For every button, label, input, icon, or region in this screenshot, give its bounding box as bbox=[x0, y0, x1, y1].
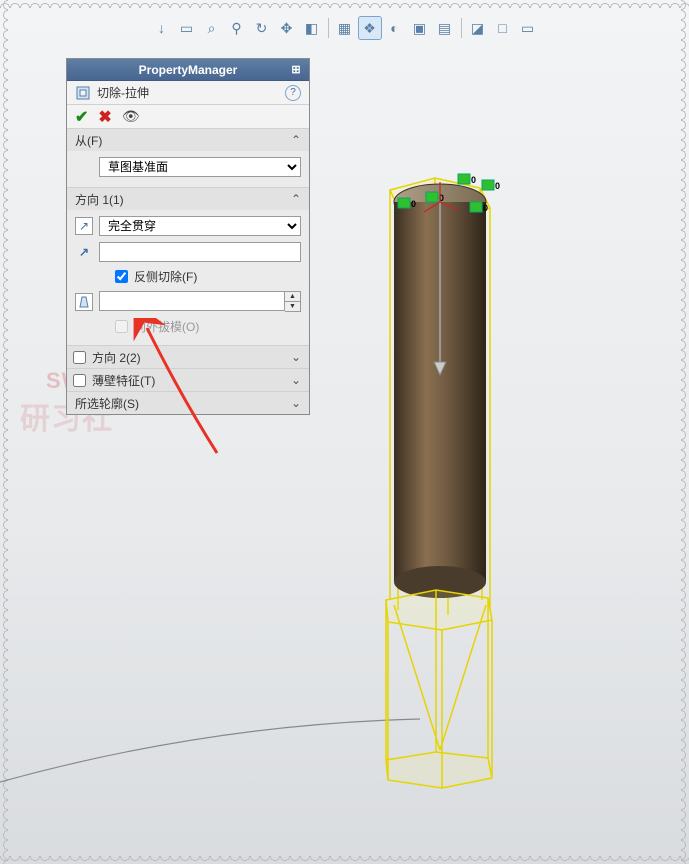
zoom-fit-icon[interactable]: ⌕ bbox=[200, 16, 224, 40]
chevron-up-icon: ⌃ bbox=[291, 192, 301, 206]
scene-icon[interactable]: ❖ bbox=[358, 16, 382, 40]
toolbar-separator bbox=[461, 18, 462, 38]
draft-angle-spinner[interactable]: ▲▼ bbox=[99, 291, 301, 312]
render-icon[interactable]: □ bbox=[491, 16, 515, 40]
rect-select-icon[interactable]: ▭ bbox=[175, 16, 199, 40]
section-label-contours: 所选轮廓(S) bbox=[75, 395, 139, 412]
draft-outward-label: 向外拔模(O) bbox=[134, 318, 199, 335]
section-header-direction2[interactable]: 方向 2(2) ⌄ bbox=[67, 346, 309, 368]
toolbar-separator bbox=[328, 18, 329, 38]
flip-side-label: 反侧切除(F) bbox=[134, 268, 197, 285]
blank-icon bbox=[75, 158, 93, 176]
property-manager-panel: PropertyManager ⊞ 切除-拉伸 ? ✔ ✖ 👁 从(F) ⌃ 草… bbox=[66, 58, 310, 415]
feature-name-label: 切除-拉伸 bbox=[97, 84, 149, 101]
draft-outward-checkbox bbox=[115, 320, 128, 333]
section-label-from: 从(F) bbox=[75, 132, 102, 149]
section-header-from[interactable]: 从(F) ⌃ bbox=[67, 129, 309, 151]
flip-side-checkbox[interactable] bbox=[115, 270, 128, 283]
thin-feature-checkbox[interactable] bbox=[73, 374, 86, 387]
chevron-up-icon: ⌃ bbox=[291, 133, 301, 147]
end-condition-select[interactable]: 完全贯穿 bbox=[99, 216, 301, 236]
chevron-down-icon: ⌄ bbox=[291, 373, 301, 387]
section-direction1: 方向 1(1) ⌃ ↗ 完全贯穿 ↗ 反侧切除(F) bbox=[67, 188, 309, 346]
svg-text:0: 0 bbox=[495, 181, 500, 191]
display-style-icon[interactable]: ◧ bbox=[300, 16, 324, 40]
draft-icon[interactable] bbox=[75, 293, 93, 311]
section-thin: 薄壁特征(T) ⌄ bbox=[67, 369, 309, 392]
rotate-view-icon[interactable]: ↻ bbox=[250, 16, 274, 40]
svg-text:0: 0 bbox=[483, 203, 488, 213]
direction2-checkbox[interactable] bbox=[73, 351, 86, 364]
section-header-direction1[interactable]: 方向 1(1) ⌃ bbox=[67, 188, 309, 210]
dimension-marker[interactable]: 0 bbox=[458, 174, 476, 185]
spin-up-icon[interactable]: ▲ bbox=[285, 292, 300, 302]
confirm-row: ✔ ✖ 👁 bbox=[67, 105, 309, 129]
section-header-thin[interactable]: 薄壁特征(T) ⌄ bbox=[67, 369, 309, 391]
spin-down-icon[interactable]: ▼ bbox=[285, 302, 300, 311]
screen-icon[interactable]: ▭ bbox=[516, 16, 540, 40]
section-header-contours[interactable]: 所选轮廓(S) ⌄ bbox=[67, 392, 309, 414]
svg-text:0: 0 bbox=[411, 199, 416, 209]
direction-vector-input[interactable] bbox=[99, 242, 301, 262]
main-toolbar: ↓ ▭ ⌕ ⚲ ↻ ✥ ◧ ▦ ❖ ◐ ▣ ▤ ◪ □ ▭ bbox=[0, 16, 689, 44]
feature-name-row: 切除-拉伸 ? bbox=[67, 81, 309, 105]
chevron-down-icon: ⌄ bbox=[291, 350, 301, 364]
direction-arrow-icon: ↗ bbox=[75, 243, 93, 261]
reverse-direction-icon[interactable]: ↗ bbox=[75, 217, 93, 235]
section-label-direction2: 方向 2(2) bbox=[92, 349, 141, 366]
panel-gear-icon bbox=[71, 61, 89, 79]
section-label-direction1: 方向 1(1) bbox=[75, 191, 124, 208]
dimension-marker[interactable]: 0 bbox=[470, 202, 488, 213]
pan-icon[interactable]: ✥ bbox=[275, 16, 299, 40]
section-label-thin: 薄壁特征(T) bbox=[92, 372, 155, 389]
appearance-icon[interactable]: ◪ bbox=[466, 16, 490, 40]
section-direction2: 方向 2(2) ⌄ bbox=[67, 346, 309, 369]
dimension-marker[interactable]: 0 bbox=[398, 198, 416, 209]
zoom-area-icon[interactable]: ⚲ bbox=[225, 16, 249, 40]
section-contours: 所选轮廓(S) ⌄ bbox=[67, 392, 309, 414]
pin-icon[interactable]: ⊞ bbox=[287, 61, 305, 79]
chevron-down-icon: ⌄ bbox=[291, 396, 301, 410]
cut-extrude-icon bbox=[75, 85, 91, 101]
panel-title: PropertyManager bbox=[89, 63, 287, 77]
shadow-icon[interactable]: ◐ bbox=[383, 16, 407, 40]
from-select[interactable]: 草图基准面 bbox=[99, 157, 301, 177]
svg-text:0: 0 bbox=[471, 175, 476, 185]
help-icon[interactable]: ? bbox=[285, 85, 301, 101]
ok-icon[interactable]: ✔ bbox=[75, 107, 88, 127]
view-orient-icon[interactable]: ▣ bbox=[408, 16, 432, 40]
dimension-marker[interactable]: 0 bbox=[482, 180, 500, 191]
hide-show-icon[interactable]: ▤ bbox=[433, 16, 457, 40]
cancel-icon[interactable]: ✖ bbox=[98, 107, 111, 127]
arrow-down-icon[interactable]: ↓ bbox=[150, 16, 174, 40]
dimension-marker[interactable]: 0 bbox=[426, 192, 444, 203]
draft-angle-input[interactable] bbox=[99, 291, 285, 311]
section-icon[interactable]: ▦ bbox=[333, 16, 357, 40]
panel-header: PropertyManager ⊞ bbox=[67, 59, 309, 81]
section-from: 从(F) ⌃ 草图基准面 bbox=[67, 129, 309, 188]
preview-eye-icon[interactable]: 👁 bbox=[122, 108, 140, 125]
model-preview: 0 0 0 0 0 bbox=[340, 160, 560, 810]
